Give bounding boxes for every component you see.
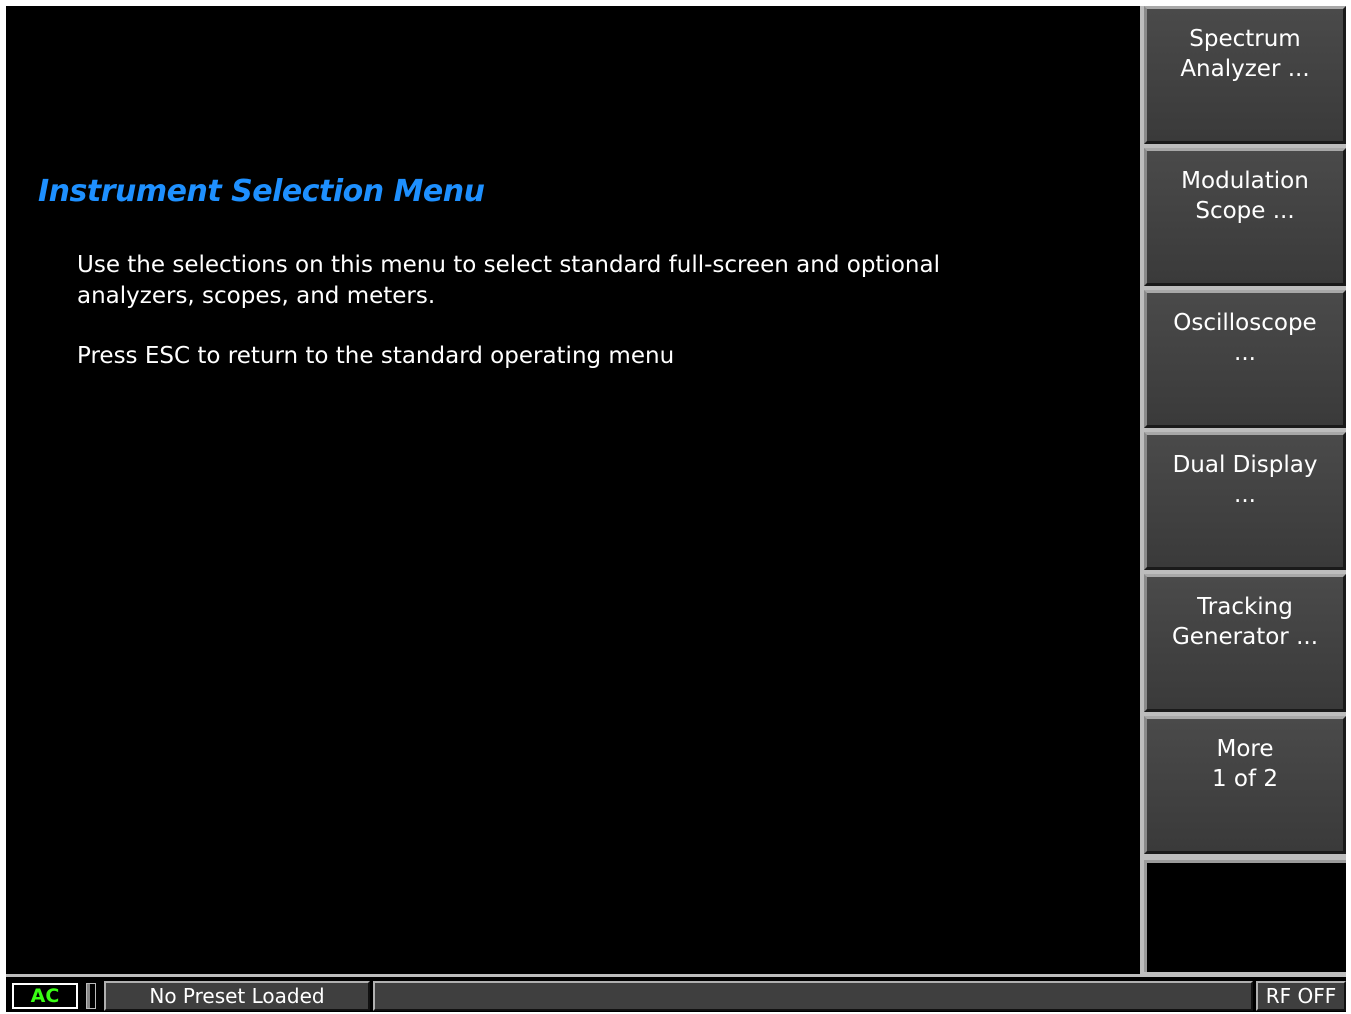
oscilloscope-softkey[interactable]: Oscilloscope ... bbox=[1144, 290, 1346, 428]
more-softkey[interactable]: More 1 of 2 bbox=[1144, 716, 1346, 854]
escape-hint: Press ESC to return to the standard oper… bbox=[77, 343, 675, 369]
dual-display-softkey[interactable]: Dual Display ... bbox=[1144, 432, 1346, 570]
spectrum-analyzer-softkey[interactable]: Spectrum Analyzer ... bbox=[1144, 6, 1346, 144]
menu-description: Use the selections on this menu to selec… bbox=[77, 252, 940, 309]
modulation-scope-softkey[interactable]: Modulation Scope ... bbox=[1144, 148, 1346, 286]
ac-indicator: AC bbox=[12, 983, 78, 1009]
softkey-panel: Spectrum Analyzer ... Modulation Scope .… bbox=[1140, 6, 1346, 974]
rf-status: RF OFF bbox=[1256, 981, 1346, 1011]
status-bar: AC No Preset Loaded RF OFF bbox=[6, 974, 1346, 1012]
instrument-screen: Instrument Selection Menu Use the select… bbox=[6, 6, 1346, 1012]
level-gauge-icon bbox=[86, 983, 96, 1009]
main-display: Instrument Selection Menu Use the select… bbox=[6, 6, 1140, 974]
page-title: Instrument Selection Menu bbox=[38, 174, 485, 209]
status-message-field bbox=[373, 981, 1253, 1011]
empty-softkey-slot bbox=[1144, 860, 1346, 972]
tracking-generator-softkey[interactable]: Tracking Generator ... bbox=[1144, 574, 1346, 712]
preset-status: No Preset Loaded bbox=[104, 981, 370, 1011]
